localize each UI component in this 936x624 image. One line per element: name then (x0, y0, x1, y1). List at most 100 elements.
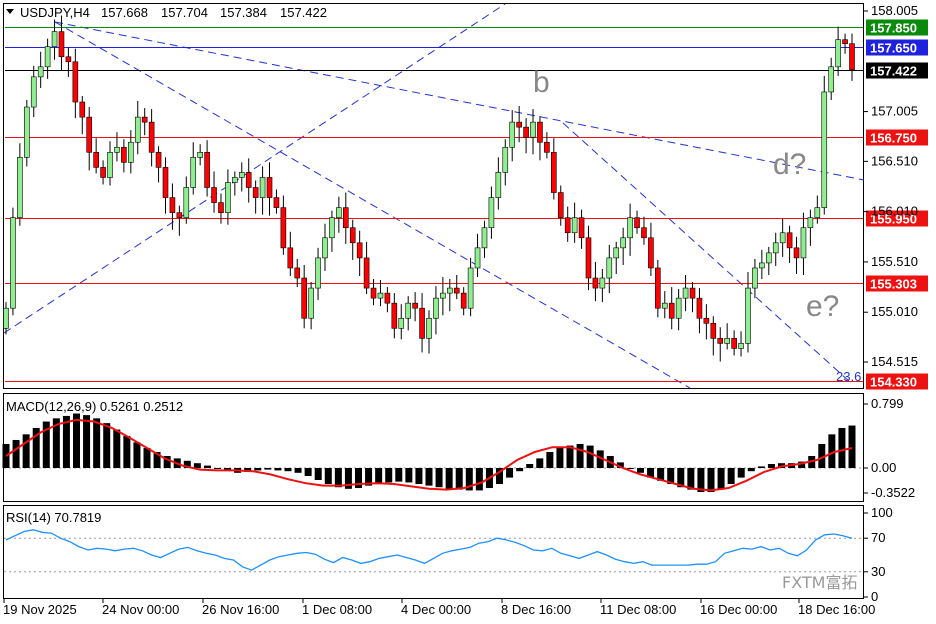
macd-bar (133, 442, 141, 468)
candle-body (571, 217, 578, 234)
candle-body (849, 43, 855, 71)
candle-body (828, 66, 834, 93)
candle-body (453, 287, 460, 294)
time-tick-label: 4 Dec 00:00 (401, 602, 471, 617)
macd-bar (415, 468, 423, 485)
candle-body (114, 146, 120, 153)
trend-line-b-to-e (562, 122, 851, 383)
candle-body (467, 267, 474, 309)
usdjpy-h4-chart[interactable]: 157.850157.650157.422156.750155.950155.3… (0, 0, 936, 624)
macd-bar (304, 468, 312, 477)
macd-bar (12, 439, 20, 468)
candle-body (58, 31, 65, 58)
ohlc-open: 157.668 (101, 5, 148, 20)
candle-body (460, 292, 467, 309)
macd-bar (93, 418, 101, 468)
candle-body (93, 152, 99, 168)
macd-bar (546, 451, 554, 468)
candle-body (551, 152, 557, 193)
candle-body (370, 287, 377, 299)
candle-body (634, 217, 640, 229)
symbol-label: USDJPY,H4 (20, 5, 90, 20)
candle-body (162, 167, 169, 198)
macd-bar (586, 445, 594, 468)
candle-body (398, 317, 405, 329)
candle-body (696, 297, 703, 319)
candle-body (238, 172, 245, 178)
candle-body (835, 39, 841, 68)
macd-bar (757, 466, 765, 468)
macd-bar (445, 468, 453, 489)
trend-lines[interactable] (3, 3, 865, 389)
candle-body (301, 277, 307, 319)
candle-body (530, 121, 536, 138)
candle-body (363, 257, 370, 289)
time-tick-label: 11 Dec 08:00 (600, 602, 676, 617)
candle-body (502, 146, 509, 173)
candle-body (613, 247, 620, 259)
candle-body (703, 317, 710, 324)
wave-label-b: b (533, 66, 550, 99)
candle-body (176, 212, 183, 218)
macd-bar (838, 427, 846, 468)
macd-bar (405, 468, 413, 483)
candlesticks (3, 15, 855, 362)
macd-bar (103, 423, 111, 468)
ohlc-close: 157.422 (280, 5, 327, 20)
candle-body (717, 338, 724, 344)
candle-body (537, 121, 543, 143)
price-tick-label: 156.510 (871, 153, 918, 168)
candle-body (426, 317, 432, 339)
candle-body (793, 247, 800, 259)
candle-body (322, 237, 328, 259)
candle-body (578, 217, 585, 239)
candle-body (516, 121, 522, 128)
price-tick-label: 156.010 (871, 204, 918, 219)
candle-body (134, 116, 141, 143)
fib-label: 23.6 (836, 369, 861, 384)
trend-line-b-to-d (54, 21, 865, 181)
candle-body (731, 338, 737, 349)
candle-body (627, 217, 633, 239)
candle-body (294, 267, 301, 279)
macd-bar (526, 463, 534, 468)
rsi-tick-label: 100 (871, 505, 893, 520)
macd-bar (556, 447, 564, 468)
macd-bar (203, 465, 211, 468)
ohlc-low: 157.384 (220, 5, 267, 20)
macd-bar (395, 468, 403, 482)
candle-body (356, 242, 363, 259)
candle-body (412, 302, 418, 309)
collapse-arrow-icon[interactable] (6, 9, 14, 14)
candle-body (772, 242, 779, 254)
macd-bar (516, 468, 524, 472)
candle-body (391, 302, 398, 329)
candle-body (759, 262, 765, 269)
rsi-tick-label: 70 (871, 530, 885, 545)
candle-body (675, 297, 682, 319)
rsi-tick-label: 30 (871, 564, 885, 579)
watermark: FXTM富拓 (782, 573, 857, 592)
rsi-line (5, 529, 853, 571)
candle-body (10, 217, 16, 309)
candle-body (72, 61, 79, 103)
candle-body (689, 287, 696, 299)
wave-label-e: e? (806, 290, 839, 323)
candle-body (204, 152, 210, 188)
candle-body (252, 187, 259, 198)
macd-bar (747, 468, 755, 472)
level-price-label: 157.650 (870, 41, 917, 56)
candle-body (509, 121, 516, 148)
candle-body (752, 267, 758, 289)
level-price-label: 154.330 (870, 375, 917, 390)
level-price-label: 157.850 (870, 21, 917, 36)
time-tick-label: 1 Dec 08:00 (302, 602, 372, 617)
macd-bar (284, 468, 292, 472)
candle-body (107, 152, 113, 178)
candle-body (336, 207, 342, 218)
price-levels: 157.850157.650157.422156.750155.950155.3… (5, 19, 928, 390)
candle-body (24, 106, 30, 158)
rsi-indicator: 10070300 (4, 505, 893, 604)
candle-body (648, 237, 654, 269)
wave-label-d: d? (773, 148, 806, 181)
